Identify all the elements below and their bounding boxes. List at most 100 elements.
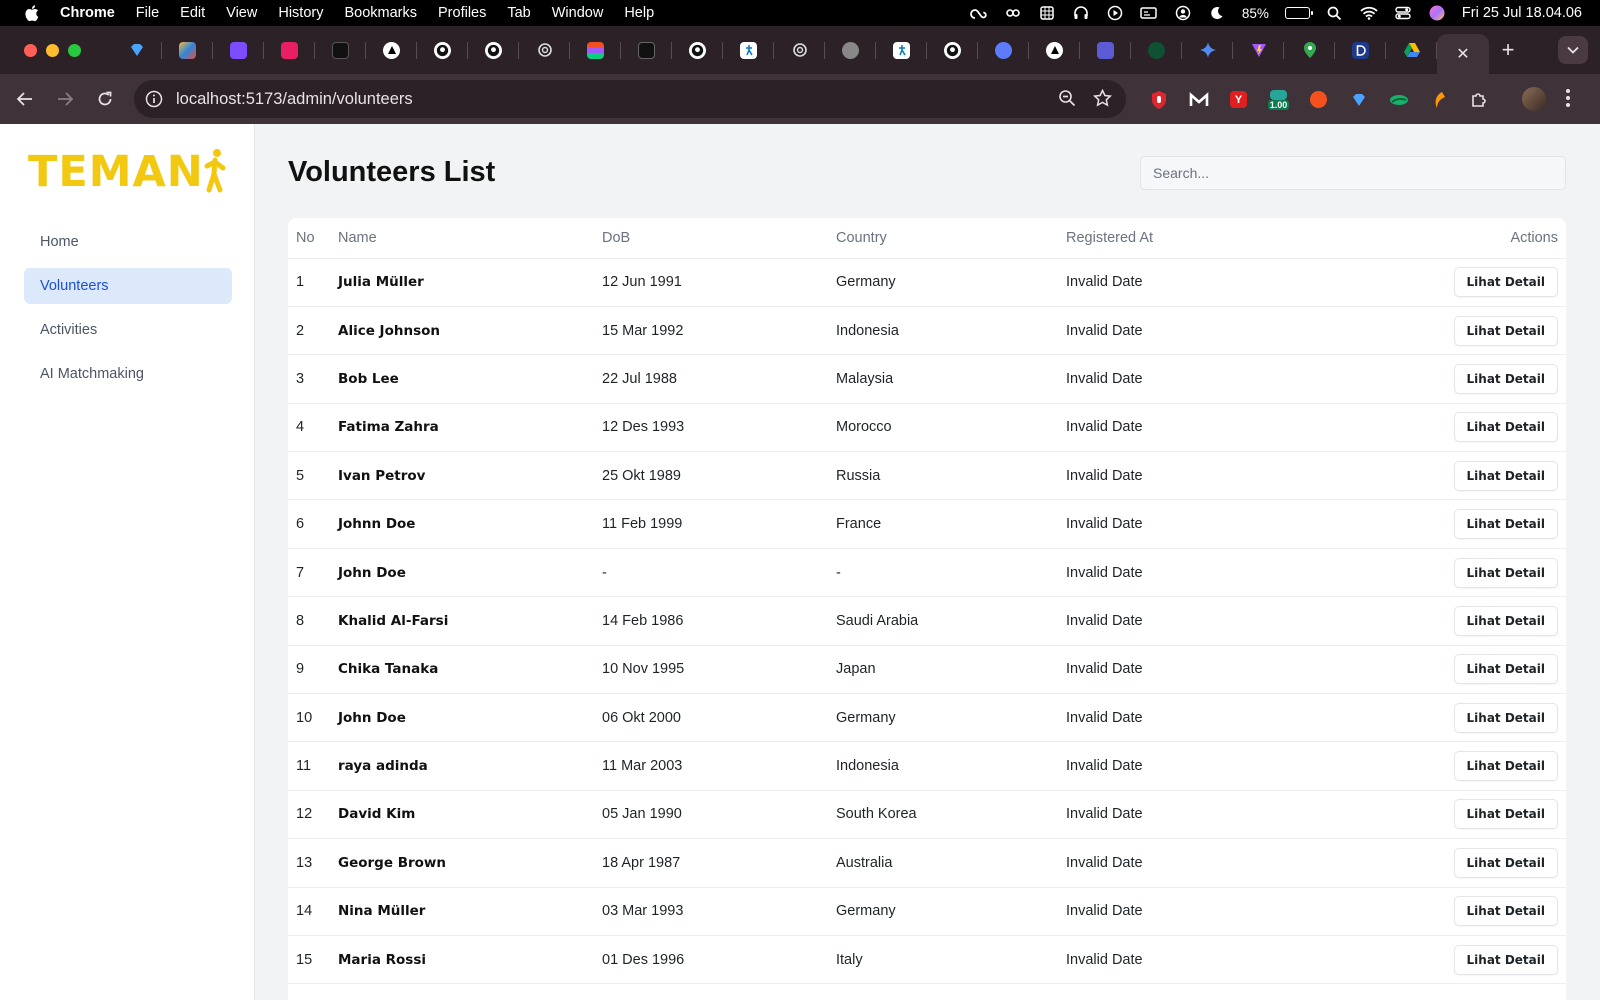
browser-tab[interactable] [264,26,315,74]
view-detail-button[interactable]: Lihat Detail [1453,605,1558,636]
forward-button[interactable] [54,88,76,110]
browser-tab[interactable] [927,26,978,74]
browser-tab[interactable] [468,26,519,74]
minimize-window-button[interactable] [46,43,59,57]
fox-extension-icon[interactable] [1306,87,1331,112]
control-center-icon[interactable] [1394,4,1412,22]
zoom-icon[interactable] [1058,89,1076,112]
browser-tab[interactable] [876,26,927,74]
view-detail-button[interactable]: Lihat Detail [1453,460,1558,491]
maximize-window-button[interactable] [68,43,81,57]
menu-history[interactable]: History [278,5,323,21]
browser-tab[interactable] [1080,26,1131,74]
leaf-extension-icon[interactable] [1386,87,1411,112]
creative-cloud-icon[interactable] [969,4,988,22]
view-detail-button[interactable]: Lihat Detail [1453,896,1558,927]
profile-avatar[interactable] [1522,87,1546,111]
browser-tab[interactable] [1335,26,1386,74]
browser-tab[interactable] [1284,26,1335,74]
menu-tab[interactable]: Tab [507,5,530,21]
view-detail-button[interactable]: Lihat Detail [1453,751,1558,782]
gem-extension-icon[interactable] [1346,87,1371,112]
sidebar-item-home[interactable]: Home [24,224,232,260]
cell-dob: 25 Okt 1989 [602,451,836,501]
apple-icon[interactable] [22,4,40,22]
browser-tab[interactable] [1233,26,1284,74]
teman-logo[interactable]: TEMAN [28,146,228,194]
view-detail-button[interactable]: Lihat Detail [1453,412,1558,443]
browser-tab[interactable] [1182,26,1233,74]
search-input[interactable] [1140,156,1566,190]
adblock-extension-icon[interactable] [1146,87,1171,112]
wifi-icon[interactable] [1360,4,1378,22]
puzzle-extensions-icon[interactable] [1466,87,1491,112]
view-detail-button[interactable]: Lihat Detail [1453,654,1558,685]
grid-app-icon[interactable] [1038,4,1056,22]
menu-file[interactable]: File [136,5,159,21]
y-extension-icon[interactable]: Y [1226,87,1251,112]
close-window-button[interactable] [24,43,37,57]
active-tab[interactable]: ✕ [1437,34,1489,74]
browser-tab[interactable] [519,26,570,74]
menu-profiles[interactable]: Profiles [438,5,486,21]
sidebar-item-ai-matchmaking[interactable]: AI Matchmaking [24,356,232,392]
browser-tab[interactable] [417,26,468,74]
view-detail-button[interactable]: Lihat Detail [1453,557,1558,588]
tab-search-button[interactable] [1558,36,1588,64]
view-detail-button[interactable]: Lihat Detail [1453,799,1558,830]
url-text[interactable]: localhost:5173/admin/volunteers [176,90,413,109]
bookmark-star-icon[interactable] [1092,88,1113,112]
user-circle-icon[interactable] [1174,4,1192,22]
more-menu-icon[interactable] [1565,88,1571,113]
view-detail-button[interactable]: Lihat Detail [1453,944,1558,975]
table-row: 11 raya adinda 11 Mar 2003 Indonesia Invalid… [288,741,1566,791]
view-detail-button[interactable]: Lihat Detail [1453,315,1558,346]
reload-button[interactable] [94,88,116,110]
browser-tab[interactable] [1386,26,1437,74]
menu-view[interactable]: View [226,5,257,21]
battery-icon[interactable] [1284,7,1313,19]
browser-tab[interactable] [621,26,672,74]
back-button[interactable] [14,88,36,110]
speed-extension-icon[interactable]: 1.00 [1266,87,1291,112]
browser-tab[interactable] [825,26,876,74]
browser-tab[interactable] [213,26,264,74]
screen-card-icon[interactable] [1140,4,1158,22]
moon-icon[interactable] [1208,4,1226,22]
view-detail-button[interactable]: Lihat Detail [1453,267,1558,298]
address-bar[interactable]: localhost:5173/admin/volunteers [134,80,1126,118]
browser-tab[interactable] [672,26,723,74]
browser-tab[interactable] [366,26,417,74]
keychain-icon[interactable] [1004,4,1022,22]
view-detail-button[interactable]: Lihat Detail [1453,847,1558,878]
browser-tab[interactable] [1131,26,1182,74]
new-tab-button[interactable]: + [1489,37,1527,63]
menubar-clock[interactable]: Fri 25 Jul 18.04.06 [1462,5,1582,21]
menu-bookmarks[interactable]: Bookmarks [344,5,417,21]
view-detail-button[interactable]: Lihat Detail [1453,702,1558,733]
browser-tab[interactable] [774,26,825,74]
menu-app-name[interactable]: Chrome [60,5,115,21]
browser-tab[interactable] [978,26,1029,74]
view-detail-button[interactable]: Lihat Detail [1453,509,1558,540]
headphones-icon[interactable] [1072,4,1090,22]
siri-icon[interactable] [1428,4,1446,22]
browser-tab[interactable] [723,26,774,74]
sidebar-item-volunteers[interactable]: Volunteers [24,268,232,304]
browser-tab[interactable] [570,26,621,74]
menu-help[interactable]: Help [624,5,654,21]
orange-extension-icon[interactable] [1426,87,1451,112]
play-circle-icon[interactable] [1106,4,1124,22]
menu-edit[interactable]: Edit [180,5,205,21]
m-extension-icon[interactable] [1186,87,1211,112]
browser-tab[interactable] [162,26,213,74]
close-tab-icon[interactable]: ✕ [1456,44,1469,64]
view-detail-button[interactable]: Lihat Detail [1453,363,1558,394]
spotlight-search-icon[interactable] [1326,4,1344,22]
menu-window[interactable]: Window [552,5,604,21]
browser-tab[interactable] [1029,26,1080,74]
site-info-icon[interactable] [144,89,164,109]
sidebar-item-activities[interactable]: Activities [24,312,232,348]
browser-tab[interactable] [315,26,366,74]
browser-tab[interactable] [111,26,162,74]
